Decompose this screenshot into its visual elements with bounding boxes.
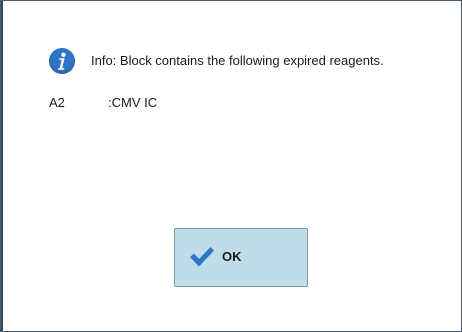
reagent-position: A2 (49, 95, 65, 110)
info-icon (49, 48, 75, 74)
reagent-name: :CMV IC (108, 95, 158, 110)
ok-button[interactable]: OK (174, 228, 308, 287)
ok-button-label: OK (222, 249, 242, 264)
checkmark-icon (190, 247, 214, 267)
expired-reagents-dialog: Info: Block contains the following expir… (0, 0, 462, 332)
info-message: Info: Block contains the following expir… (91, 53, 384, 68)
dialog-left-border (1, 1, 3, 331)
